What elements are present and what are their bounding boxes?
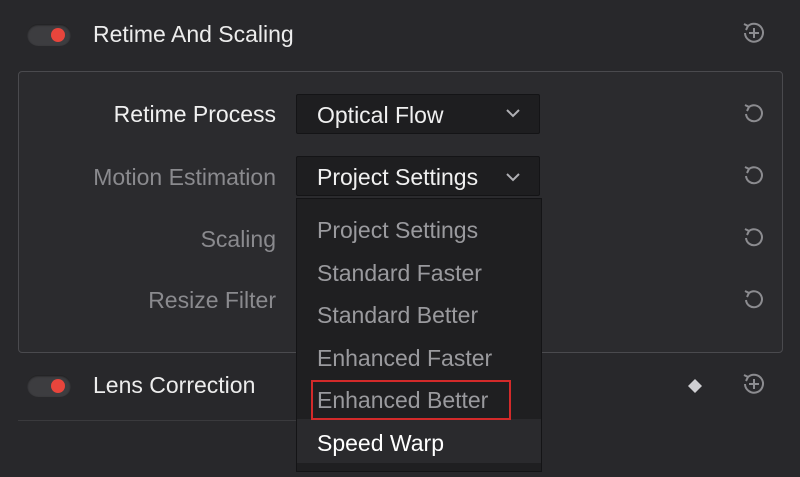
retime-section-title: Retime And Scaling [93,21,294,47]
toggle-icon [51,379,65,393]
motion-estimation-label: Motion Estimation [93,164,276,190]
chevron-down-icon [506,109,520,118]
highlight-box [311,380,511,420]
lens-toggle[interactable] [27,375,71,397]
resize-filter-label: Resize Filter [148,287,276,313]
toggle-icon [51,28,65,42]
add-keyframe-icon[interactable] [739,369,769,399]
reset-icon[interactable] [740,100,768,128]
retime-process-label: Retime Process [113,101,276,127]
retime-toggle[interactable] [27,24,71,46]
keyframe-diamond-icon[interactable] [686,377,704,395]
menu-option-standard-faster[interactable]: Standard Faster [317,260,482,287]
retime-process-value: Optical Flow [317,102,444,128]
menu-option-speed-warp[interactable]: Speed Warp [317,430,444,457]
lens-section-title: Lens Correction [93,372,256,398]
reset-icon[interactable] [740,162,768,190]
add-keyframe-icon[interactable] [739,18,769,48]
divider [18,420,298,421]
motion-estimation-value: Project Settings [317,164,479,190]
menu-option-standard-better[interactable]: Standard Better [317,302,478,329]
motion-estimation-dropdown[interactable]: Project Settings [296,156,540,196]
retime-process-dropdown[interactable]: Optical Flow [296,94,540,134]
reset-icon[interactable] [740,224,768,252]
chevron-down-icon [506,173,520,182]
scaling-label: Scaling [200,226,276,252]
menu-option-enhanced-faster[interactable]: Enhanced Faster [317,345,492,372]
motion-estimation-menu: Project Settings Standard Faster Standar… [296,198,542,472]
menu-option-project-settings[interactable]: Project Settings [317,217,478,244]
reset-icon[interactable] [740,286,768,314]
